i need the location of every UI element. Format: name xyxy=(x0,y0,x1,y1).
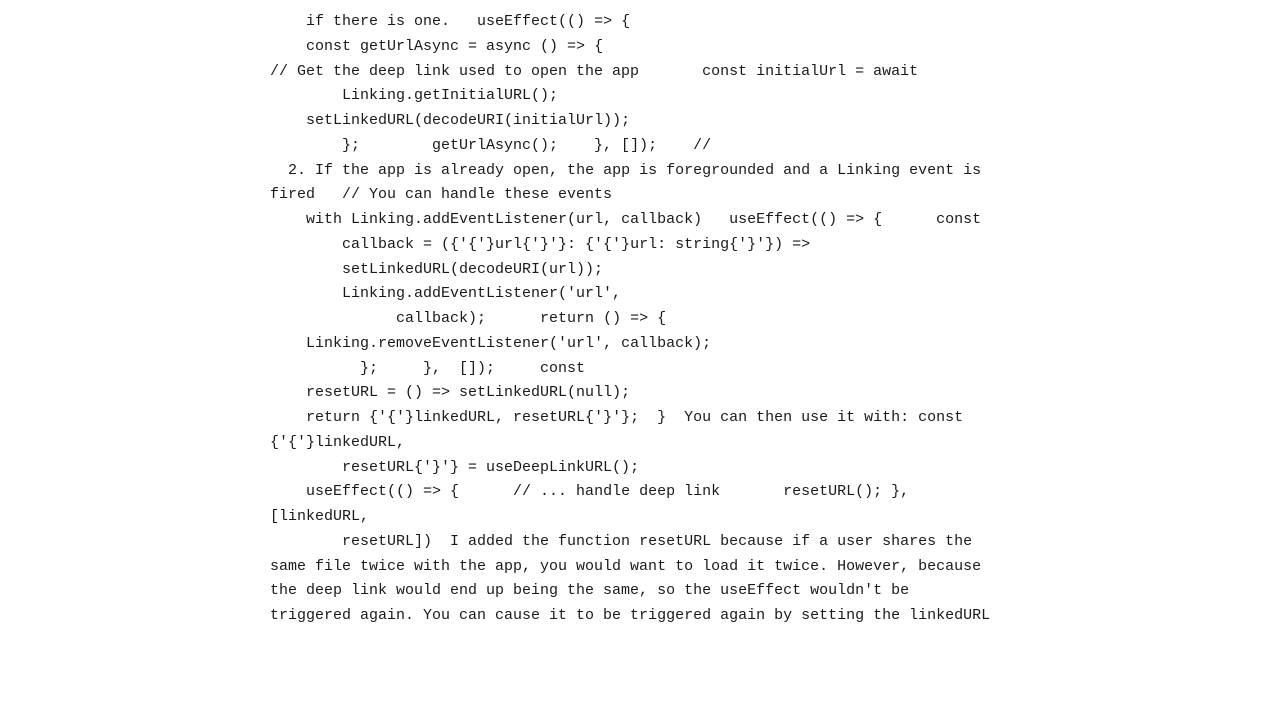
main-content: if there is one. useEffect(() => { const… xyxy=(250,0,1030,639)
code-content: if there is one. useEffect(() => { const… xyxy=(270,0,1010,639)
